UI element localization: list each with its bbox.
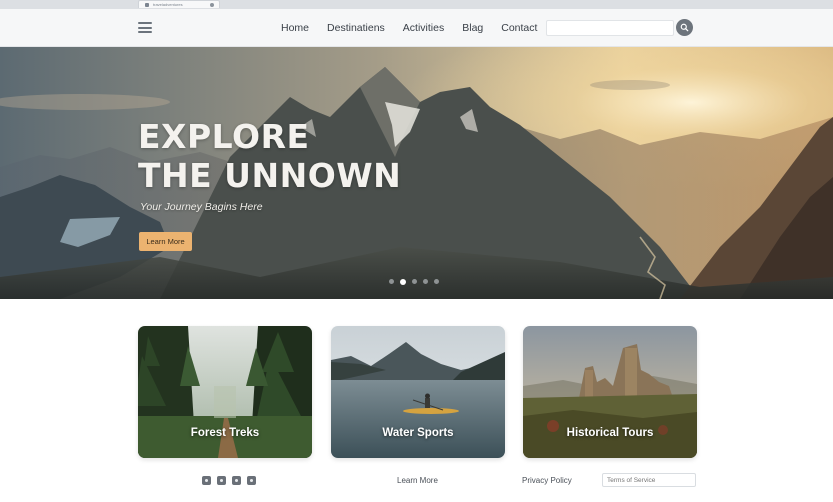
nav-link-activities[interactable]: Activities xyxy=(403,22,444,34)
pinterest-icon[interactable] xyxy=(232,476,241,485)
card-water-sports[interactable]: Water Sports xyxy=(331,326,505,458)
nav-link-contact[interactable]: Contact xyxy=(501,22,537,34)
site-footer: Learn More Privacy Policy xyxy=(0,471,833,495)
activities-section: Forest Treks Water Sports Historical Tou… xyxy=(0,299,833,502)
browser-tab-strip: traveladventures xyxy=(0,0,833,9)
social-links xyxy=(202,476,262,485)
main-nav: Home Destinatiens Activities Blag Contac… xyxy=(272,9,546,47)
carousel-dots xyxy=(389,278,445,285)
twitter-icon[interactable] xyxy=(217,476,226,485)
footer-learn-more-link[interactable]: Learn More xyxy=(397,476,438,485)
close-tab-icon[interactable] xyxy=(210,3,214,7)
page-favicon-icon xyxy=(145,3,149,7)
nav-link-home[interactable]: Home xyxy=(281,22,309,34)
carousel-dot-1[interactable] xyxy=(389,279,394,284)
carousel-dot-5[interactable] xyxy=(434,279,439,284)
search-icon xyxy=(680,23,689,32)
hero-title-line-1: EXPLORE xyxy=(138,117,310,156)
hero-banner: EXPLORE THE UNNOWN Your Journey Bagins H… xyxy=(0,47,833,299)
nav-link-destinations[interactable]: Destinatiens xyxy=(327,22,385,34)
card-forest-treks[interactable]: Forest Treks xyxy=(138,326,312,458)
footer-terms-field[interactable] xyxy=(602,473,696,487)
footer-privacy-policy-link[interactable]: Privacy Policy xyxy=(522,476,572,485)
instagram-icon[interactable] xyxy=(247,476,256,485)
search-input[interactable] xyxy=(546,20,674,36)
browser-tab[interactable]: traveladventures xyxy=(138,0,220,8)
carousel-dot-2[interactable] xyxy=(400,278,406,285)
nav-link-blog[interactable]: Blag xyxy=(462,22,483,34)
hero-subtitle: Your Journey Bagins Here xyxy=(140,201,263,213)
hero-title: EXPLORE THE UNNOWN xyxy=(138,117,401,195)
top-navbar: Home Destinatiens Activities Blag Contac… xyxy=(0,9,833,47)
facebook-icon[interactable] xyxy=(202,476,211,485)
browser-tab-title: traveladventures xyxy=(153,2,183,7)
hero-title-line-2: THE UNNOWN xyxy=(138,156,402,195)
card-label-forest-treks: Forest Treks xyxy=(190,427,260,439)
hamburger-menu-icon[interactable] xyxy=(138,22,152,33)
carousel-dot-3[interactable] xyxy=(412,279,417,284)
carousel-dot-4[interactable] xyxy=(423,279,428,284)
search-button[interactable] xyxy=(676,19,693,36)
card-historical-tours[interactable]: Historical Tours xyxy=(523,326,697,458)
hero-learn-more-button[interactable]: Learn More xyxy=(139,232,192,251)
hero-mountain-image xyxy=(0,47,833,299)
card-label-historical-tours: Historical Tours xyxy=(566,427,654,439)
card-label-water-sports: Water Sports xyxy=(382,427,454,439)
